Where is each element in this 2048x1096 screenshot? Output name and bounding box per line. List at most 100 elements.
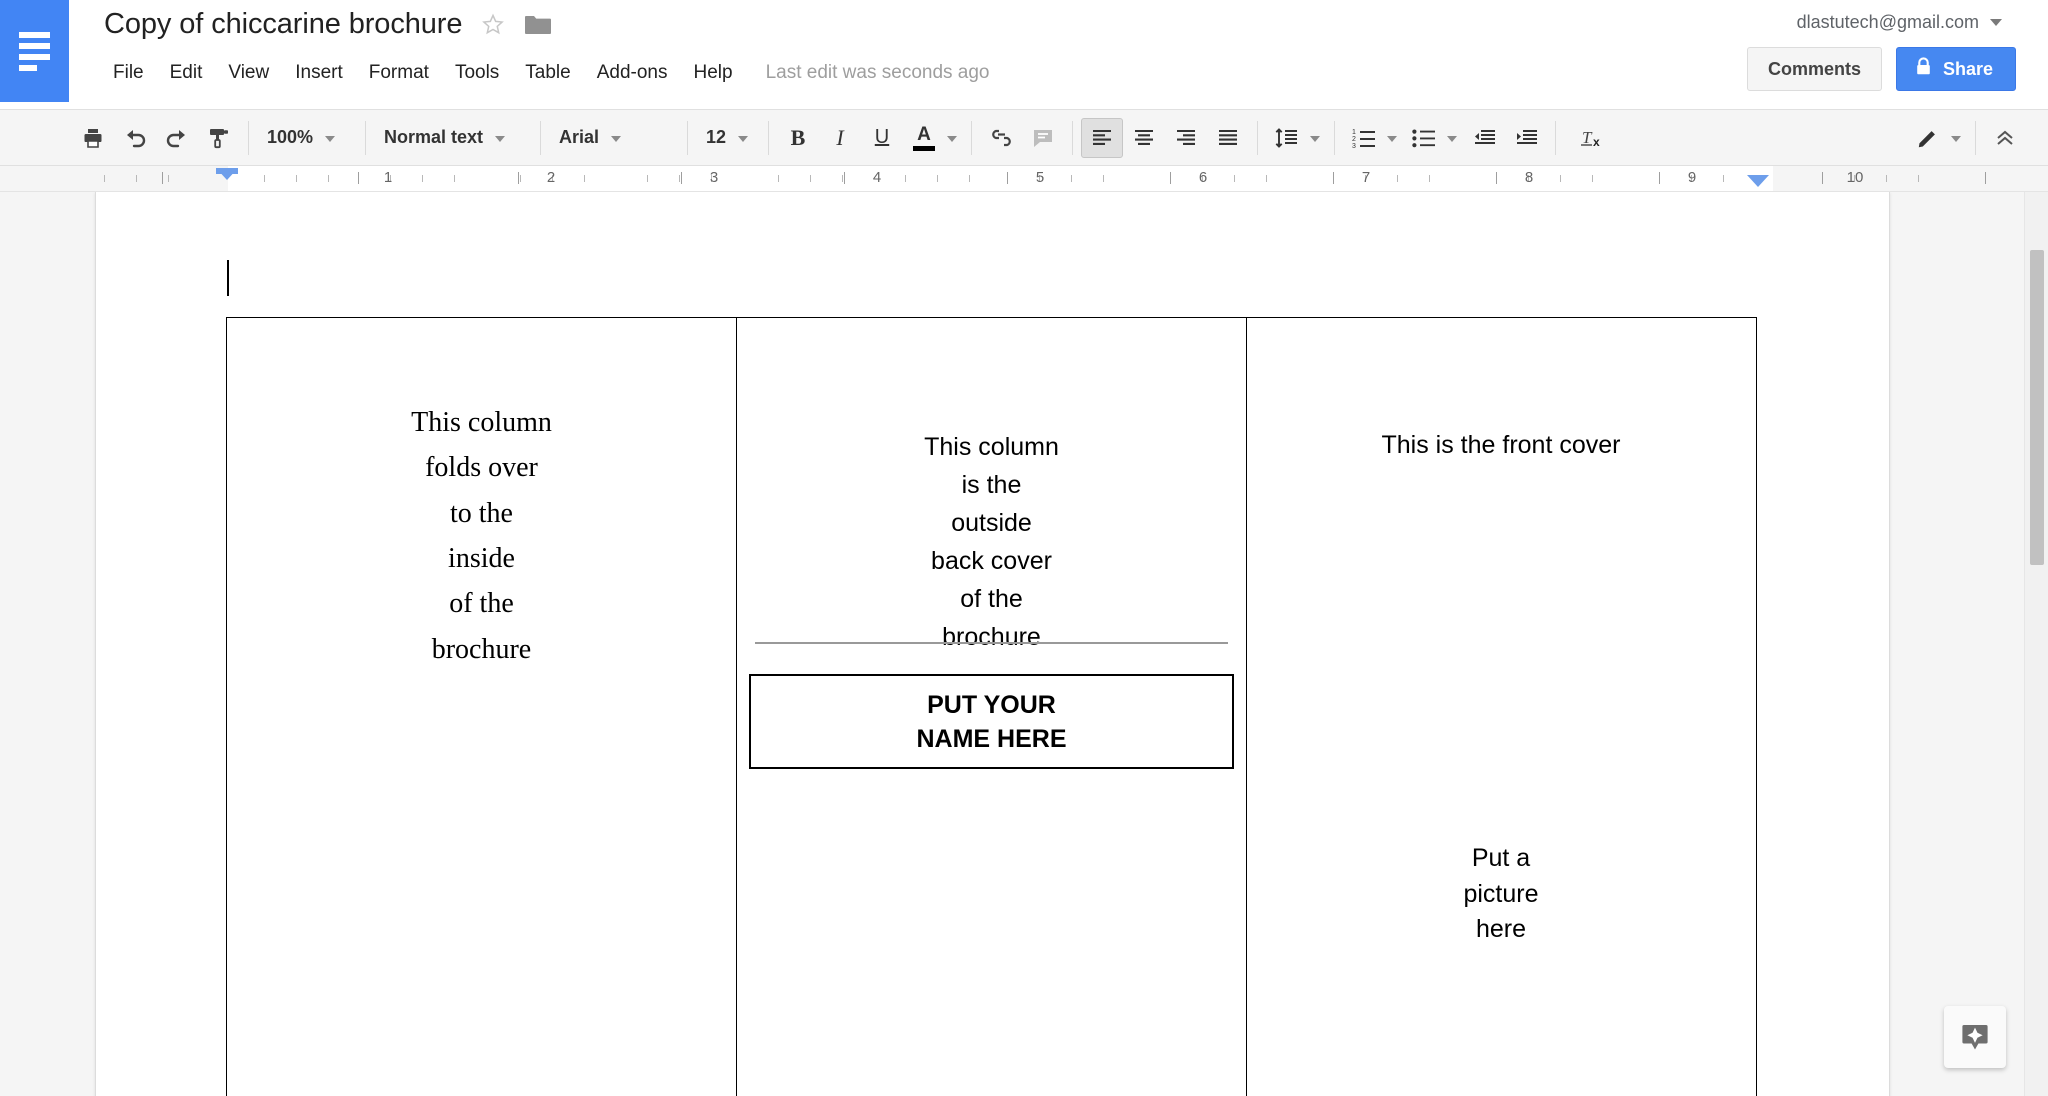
last-edit-status[interactable]: Last edit was seconds ago — [766, 62, 990, 84]
menu-item-table[interactable]: Table — [512, 58, 583, 88]
menu-bar: File Edit View Insert Format Tools Table… — [100, 58, 990, 88]
picture-line: picture — [1463, 879, 1539, 908]
inside-fold-line: inside — [448, 543, 515, 575]
add-comment-icon — [1034, 129, 1052, 147]
folder-icon[interactable] — [524, 14, 552, 36]
line-spacing-icon — [1275, 127, 1297, 148]
document-canvas[interactable]: This column folds over to the inside of … — [0, 192, 2048, 1096]
right-indent-marker[interactable] — [1747, 175, 1769, 187]
font-family-dropdown[interactable]: Arial — [549, 118, 679, 158]
paragraph-style-dropdown[interactable]: Normal text — [374, 118, 532, 158]
menu-item-help[interactable]: Help — [681, 58, 746, 88]
inside-fold-line: This column — [411, 407, 552, 438]
name-placeholder-box[interactable]: PUT YOUR NAME HERE — [749, 674, 1234, 769]
paint-format-icon — [210, 128, 228, 148]
numbered-list-icon: 1 2 3 — [1352, 129, 1375, 149]
edit-mode-dropdown-arrow[interactable] — [1951, 135, 1961, 142]
vertical-scroll-thumb[interactable] — [2030, 250, 2044, 565]
text-color-icon: A — [917, 123, 931, 145]
undo-icon — [127, 129, 146, 147]
inside-fold-line: to the — [450, 497, 513, 529]
menu-item-insert[interactable]: Insert — [282, 58, 356, 88]
comments-button[interactable]: Comments — [1746, 47, 1882, 91]
redo-button[interactable] — [156, 118, 198, 158]
ruler-number: 7 — [1361, 169, 1371, 186]
back-cover-line: outside — [951, 509, 1032, 537]
picture-line: here — [1475, 915, 1527, 943]
toolbar-divider — [1334, 120, 1335, 155]
ruler-number: 9 — [1687, 169, 1697, 186]
increase-indent-icon — [1516, 129, 1537, 144]
chevron-down-icon — [611, 135, 622, 142]
brochure-column-front-cover[interactable]: This is the front cover Put a picture he… — [1247, 318, 1755, 1096]
inside-fold-line: of the — [449, 588, 514, 620]
align-justify-button[interactable] — [1207, 118, 1249, 158]
numbered-list-button[interactable]: 1 2 3 — [1343, 118, 1385, 158]
increase-indent-button[interactable] — [1505, 118, 1547, 158]
menu-item-tools[interactable]: Tools — [442, 58, 512, 88]
align-left-button[interactable] — [1081, 117, 1123, 158]
align-right-icon — [1177, 129, 1195, 145]
print-icon — [84, 128, 102, 148]
toolbar-divider — [1975, 120, 1976, 155]
brochure-table[interactable]: This column folds over to the inside of … — [226, 317, 1757, 1096]
menu-item-addons[interactable]: Add-ons — [584, 58, 681, 88]
bulleted-list-button[interactable] — [1403, 118, 1445, 158]
brochure-column-back-cover[interactable]: This column is the outside back cover of… — [737, 318, 1247, 1096]
zoom-dropdown[interactable]: 100% — [257, 118, 357, 158]
edit-mode-button[interactable] — [1907, 118, 1949, 158]
align-right-button[interactable] — [1165, 118, 1207, 158]
document-title[interactable]: Copy of chiccarine brochure — [104, 8, 462, 41]
italic-icon: I — [836, 124, 844, 150]
font-size-dropdown[interactable]: 12 — [696, 118, 760, 158]
menu-item-file[interactable]: File — [100, 58, 157, 88]
account-email[interactable]: dlastutech@gmail.com — [1797, 12, 2002, 33]
first-line-indent-marker[interactable] — [216, 168, 238, 180]
explore-star-icon — [1962, 1025, 1988, 1050]
toolbar-divider — [687, 120, 688, 155]
menu-item-edit[interactable]: Edit — [157, 58, 216, 88]
decrease-indent-button[interactable] — [1463, 118, 1505, 158]
add-comment-button[interactable] — [1022, 118, 1064, 158]
text-color-button[interactable]: A — [903, 118, 945, 158]
align-left-icon — [1093, 129, 1111, 145]
title-row: Copy of chiccarine brochure — [104, 8, 552, 41]
italic-button[interactable]: I — [819, 118, 861, 158]
logo-line — [19, 42, 50, 49]
menu-item-format[interactable]: Format — [356, 58, 442, 88]
menu-item-view[interactable]: View — [215, 58, 282, 88]
brochure-column-inside-fold[interactable]: This column folds over to the inside of … — [227, 318, 737, 1096]
svg-text:T: T — [1582, 128, 1593, 147]
ruler-number: 1 — [383, 169, 393, 186]
picture-line: Put a — [1471, 844, 1531, 872]
google-docs-logo[interactable] — [0, 0, 69, 102]
insert-link-button[interactable] — [980, 118, 1022, 158]
toolbar-divider — [1072, 120, 1073, 155]
document-page[interactable]: This column folds over to the inside of … — [95, 192, 1890, 1096]
explore-button[interactable] — [1944, 1006, 2006, 1068]
ruler[interactable]: 1 2 3 4 5 6 7 8 9 10 — [0, 166, 2048, 192]
print-button[interactable] — [72, 118, 114, 158]
vertical-scrollbar[interactable] — [2024, 192, 2048, 1096]
lock-icon — [1915, 57, 1932, 81]
underline-button[interactable]: U — [861, 118, 903, 158]
clear-formatting-button[interactable]: T x — [1564, 118, 1624, 158]
bulleted-list-dropdown-arrow[interactable] — [1447, 135, 1457, 142]
toolbar-divider — [540, 120, 541, 155]
undo-button[interactable] — [114, 118, 156, 158]
align-center-button[interactable] — [1123, 118, 1165, 158]
star-outline-icon[interactable] — [480, 12, 506, 38]
numbered-list-dropdown-arrow[interactable] — [1387, 135, 1397, 142]
text-color-dropdown-arrow[interactable] — [947, 135, 957, 142]
zoom-value: 100% — [267, 127, 314, 147]
share-button[interactable]: Share — [1895, 47, 2016, 91]
text-color-swatch — [913, 145, 935, 151]
line-spacing-button[interactable] — [1266, 118, 1308, 158]
line-spacing-dropdown-arrow[interactable] — [1310, 135, 1320, 142]
bold-button[interactable]: B — [777, 118, 819, 158]
collapse-toolbar-button[interactable] — [1984, 118, 2026, 158]
back-cover-line: back cover — [931, 547, 1052, 575]
text-cursor — [227, 260, 229, 296]
paint-format-button[interactable] — [198, 118, 240, 158]
toolbar: 100% Normal text Arial 12 B I U A 1 2 3 … — [0, 110, 2048, 166]
